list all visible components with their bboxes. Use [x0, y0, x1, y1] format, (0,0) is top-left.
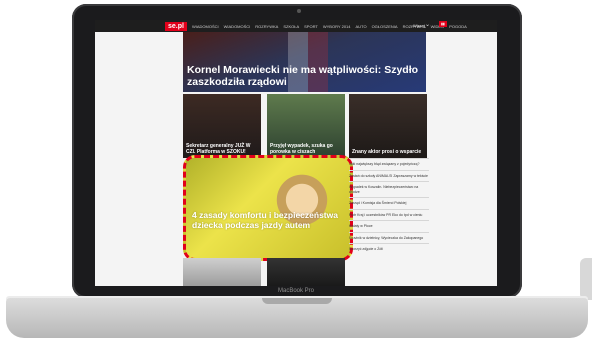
nav-more[interactable]: Więcej — [413, 23, 425, 28]
laptop-screen: se.pl Wiadomości Wiadomości Rozrywka Szk… — [95, 20, 497, 286]
top-navigation: se.pl Wiadomości Wiadomości Rozrywka Szk… — [95, 20, 497, 32]
site-logo[interactable]: se.pl — [165, 21, 187, 31]
nav-item[interactable]: Auto — [356, 24, 367, 29]
nav-item[interactable]: Rozrywka — [255, 24, 278, 29]
nav-item[interactable]: Wiadomości — [224, 24, 251, 29]
nav-item[interactable]: Szkoła — [283, 24, 299, 29]
news-card-image[interactable] — [267, 258, 345, 286]
laptop-notch — [262, 298, 332, 304]
list-item[interactable]: Skorzyć zdjęcie o Żółi — [349, 243, 429, 255]
news-card-title[interactable]: Sekretarz generalny JUŻ W CZI. Platforma… — [186, 143, 258, 155]
list-item[interactable]: Jaki największy błąd związany z pojedyńc… — [349, 158, 429, 170]
hero-article[interactable]: Kornel Morawiecki nie ma wątpliwości: Sz… — [183, 32, 426, 92]
nav-item[interactable]: Wiadomości — [192, 24, 219, 29]
laptop-edge — [580, 258, 592, 300]
news-card[interactable]: Znany aktor prosi o wsparcie — [349, 94, 427, 158]
news-card-title[interactable]: Przyjęł wypadek, szuka go porowka w cisz… — [270, 143, 342, 155]
news-card-image[interactable] — [183, 258, 261, 286]
nav-item[interactable]: Pogoda — [449, 24, 467, 29]
news-card[interactable]: Sekretarz generalny JUŻ W CZI. Platforma… — [183, 94, 261, 158]
chevron-down-icon[interactable]: ⌄ — [425, 21, 430, 28]
promo-title[interactable]: 4 zasady komfortu i bezpieczeństwa dziec… — [192, 210, 346, 230]
list-item[interactable]: Piotr Kraj i uczestników PR Eko do tpd w… — [349, 208, 429, 221]
list-item[interactable]: Strażnik w dzielnicy, Wycieczka do Zakop… — [349, 231, 429, 244]
side-news-list: Jaki największy błąd związany z pojedyńc… — [349, 158, 429, 255]
laptop-base — [6, 298, 588, 338]
laptop: se.pl Wiadomości Wiadomości Rozrywka Szk… — [0, 0, 592, 351]
laptop-brand: MacBook Pro — [277, 288, 314, 294]
nav-item[interactable]: Wybory 2014 — [323, 24, 351, 29]
list-item[interactable]: Kwiaty w Płoce — [349, 220, 429, 232]
camera-icon — [297, 9, 301, 13]
list-item[interactable]: Zostań do szkoły ANIMALS! Zapraszamy w t… — [349, 169, 429, 182]
list-item[interactable]: Zarząd i Komisja dla Śmierci Polskiej — [349, 197, 429, 209]
list-item[interactable]: Wypadek w Koszalin. Niebezpieczeństwo na… — [349, 181, 429, 197]
nav-badge[interactable]: ▮▮ — [439, 21, 447, 27]
hero-title[interactable]: Kornel Morawiecki nie ma wątpliwości: Sz… — [187, 64, 427, 88]
nav-item[interactable]: Ogłoszenia — [372, 24, 398, 29]
news-card-title[interactable]: Znany aktor prosi o wsparcie — [352, 149, 424, 155]
news-card[interactable]: Przyjęł wypadek, szuka go porowka w cisz… — [267, 94, 345, 158]
nav-item[interactable]: Sport — [304, 24, 318, 29]
promo-article-highlighted[interactable]: 4 zasady komfortu i bezpieczeństwa dziec… — [183, 155, 353, 261]
